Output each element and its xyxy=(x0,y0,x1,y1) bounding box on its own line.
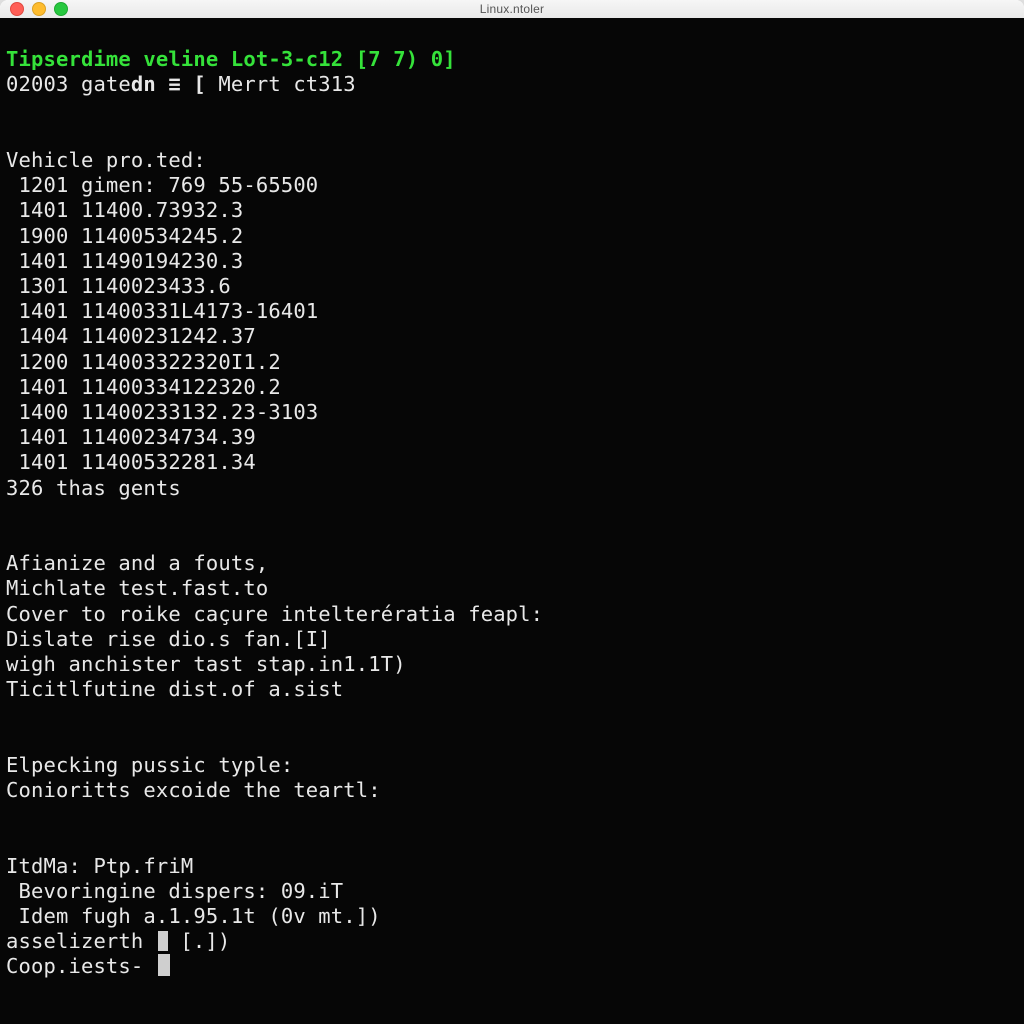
prompt-line-2-pre: 02003 gate xyxy=(6,72,131,96)
blank-line xyxy=(6,702,1018,727)
output-line: Conioritts excoide the teartl: xyxy=(6,778,381,802)
output-line: Ticitlfutine dist.of a.sist xyxy=(6,677,343,701)
prompt-line-1: Tipserdime veline Lot-3-c12 [7 7) 0] xyxy=(6,47,456,71)
data-row: 1401 11400234734.39 xyxy=(6,425,256,449)
output-line: Bevoringine dispers: 09.iT xyxy=(6,879,343,903)
data-row: 1400 11400233132.23-3103 xyxy=(6,400,318,424)
output-line: Idem fugh a.1.95.1t (0v mt.]) xyxy=(6,904,381,928)
prompt-line-2-post: Merrt ct313 xyxy=(206,72,356,96)
terminal-window: Linux.ntoler Tipserdime veline Lot-3-c12… xyxy=(0,0,1024,1024)
blank-line xyxy=(6,98,1018,123)
data-row: 1404 11400231242.37 xyxy=(6,324,256,348)
output-line: Michlate test.fast.to xyxy=(6,576,268,600)
window-controls xyxy=(10,2,68,16)
blank-line xyxy=(6,803,1018,828)
data-row: 1401 11400532281.34 xyxy=(6,450,256,474)
output-line: Elpecking pussic typle: xyxy=(6,753,293,777)
titlebar[interactable]: Linux.ntoler xyxy=(0,0,1024,19)
zoom-icon[interactable] xyxy=(54,2,68,16)
output-line: Afianize and a fouts, xyxy=(6,551,268,575)
output-line: ItdMa: Ptp.friM xyxy=(6,854,193,878)
shell-prompt[interactable]: Coop.iests- xyxy=(6,954,170,978)
data-row: 1201 gimen: 769 55-65500 xyxy=(6,173,318,197)
data-row: 1401 11400.73932.3 xyxy=(6,198,243,222)
output-line: Cover to roike caçure intelterératia fea… xyxy=(6,602,543,626)
output-line: Dislate rise dio.s fan.[I] xyxy=(6,627,331,651)
data-row: 1401 11400331L4173-16401 xyxy=(6,299,318,323)
output-line: wigh anchister tast stap.in1.1T) xyxy=(6,652,406,676)
data-row: 1401 11490194230.3 xyxy=(6,249,243,273)
summary-line: 326 thas gents xyxy=(6,476,181,500)
prompt-line-2-flag: dn ≡ [ xyxy=(131,72,206,96)
close-icon[interactable] xyxy=(10,2,24,16)
section-header-vehicle: Vehicle pro.ted: xyxy=(6,148,206,172)
data-row: 1401 11400334122320.2 xyxy=(6,375,281,399)
output-line: asselizerth [.]) xyxy=(6,929,230,953)
blank-line xyxy=(6,501,1018,526)
minimize-icon[interactable] xyxy=(32,2,46,16)
window-title: Linux.ntoler xyxy=(0,2,1024,16)
data-row: 1200 114003322320I1.2 xyxy=(6,350,281,374)
data-row: 1900 11400534245.2 xyxy=(6,224,243,248)
data-row: 1301 1140023433.6 xyxy=(6,274,231,298)
cursor-icon xyxy=(158,931,168,951)
terminal-viewport[interactable]: Tipserdime veline Lot-3-c12 [7 7) 0] 020… xyxy=(0,18,1024,1024)
cursor-icon xyxy=(158,954,170,976)
